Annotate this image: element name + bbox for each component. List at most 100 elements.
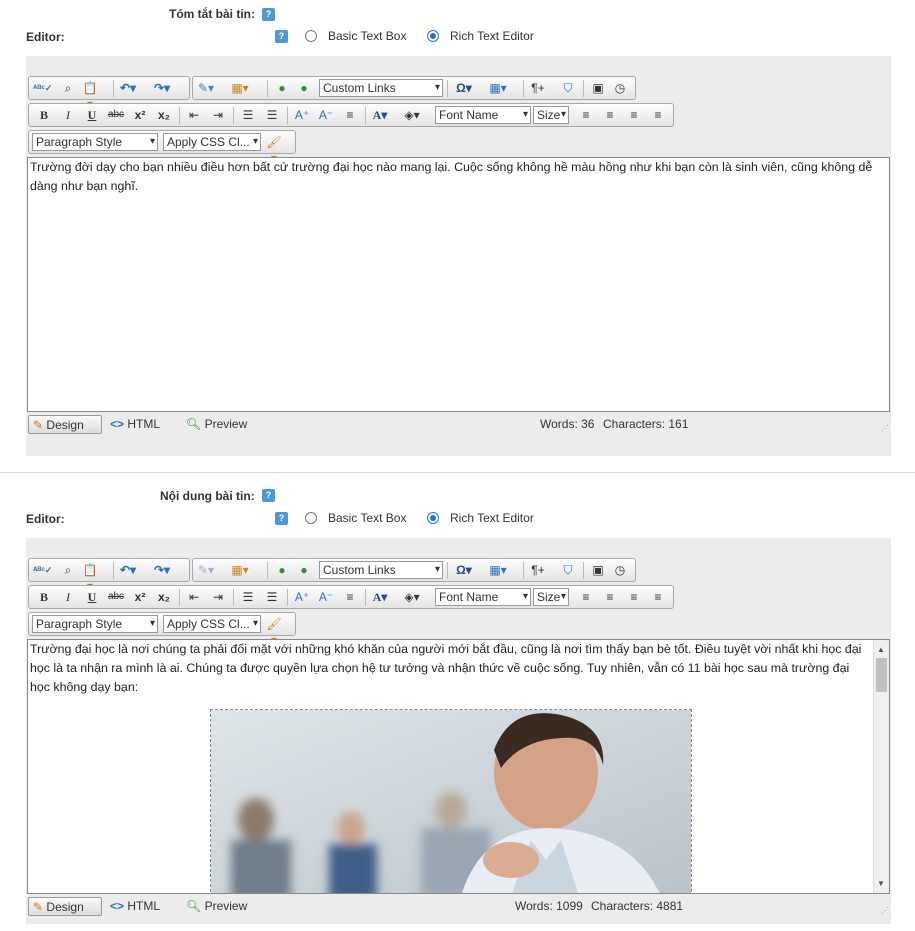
- font-size-up-icon[interactable]: A⁺: [293, 107, 311, 123]
- ordered-list-icon[interactable]: ☰: [239, 589, 257, 605]
- unlink-icon[interactable]: ●: [295, 80, 313, 96]
- radio-basic-text-box[interactable]: [305, 30, 317, 42]
- help-icon[interactable]: ?: [275, 512, 288, 525]
- html-tab[interactable]: <> HTML: [106, 897, 164, 916]
- link-icon[interactable]: ●: [273, 562, 291, 578]
- superscript-icon[interactable]: x²: [131, 107, 149, 123]
- indent-icon[interactable]: ⇤: [185, 589, 203, 605]
- font-color-icon[interactable]: A▾: [371, 589, 389, 605]
- clock-icon[interactable]: ◷: [611, 562, 629, 578]
- link-icon[interactable]: ●: [273, 80, 291, 96]
- clock-icon[interactable]: ◷: [611, 80, 629, 96]
- format-brush-icon[interactable]: ✎▾: [197, 80, 215, 96]
- subscript-icon[interactable]: x₂: [155, 589, 173, 605]
- indent-icon[interactable]: ⇤: [185, 107, 203, 123]
- align-left-icon[interactable]: ≡: [577, 107, 595, 123]
- custom-links-select[interactable]: Custom Links: [319, 561, 443, 579]
- justify-icon[interactable]: ≡: [649, 589, 667, 605]
- undo-icon[interactable]: ↶▾: [119, 80, 137, 96]
- align-left-icon[interactable]: ≡: [577, 589, 595, 605]
- scroll-up-icon[interactable]: ▲: [877, 640, 885, 659]
- font-name-select[interactable]: Font Name: [435, 588, 531, 606]
- radio-basic-text-box[interactable]: [305, 512, 317, 524]
- redo-icon[interactable]: ↷▾: [153, 80, 171, 96]
- editor-content-area[interactable]: Trường đại học là nơi chúng ta phải đối …: [27, 639, 890, 894]
- help-icon[interactable]: ?: [262, 8, 275, 21]
- superscript-icon[interactable]: x²: [131, 589, 149, 605]
- hyperlink-manager-icon[interactable]: ⛉: [559, 80, 577, 96]
- format-stripper-icon[interactable]: 🖌▾: [265, 134, 283, 165]
- font-size-down-icon[interactable]: A⁻: [317, 107, 335, 123]
- unordered-list-icon[interactable]: ☰: [263, 589, 281, 605]
- help-icon[interactable]: ?: [275, 30, 288, 43]
- bold-icon[interactable]: B: [35, 107, 53, 123]
- outdent-icon[interactable]: ⇥: [209, 107, 227, 123]
- spellcheck-icon[interactable]: ᴬᴮᶜ✓: [33, 80, 52, 96]
- font-color-icon[interactable]: A▾: [371, 107, 389, 123]
- article-image[interactable]: [210, 709, 692, 893]
- align-right-icon[interactable]: ≡: [625, 589, 643, 605]
- scroll-thumb[interactable]: [876, 658, 887, 692]
- table-icon[interactable]: ▦▾: [489, 562, 507, 578]
- unlink-icon[interactable]: ●: [295, 562, 313, 578]
- template-icon[interactable]: ▣: [589, 80, 607, 96]
- underline-icon[interactable]: U: [83, 589, 101, 605]
- resize-grip[interactable]: ⋰: [881, 425, 889, 433]
- paragraph-icon[interactable]: ¶+: [529, 80, 547, 96]
- design-tab[interactable]: ✎ Design: [28, 415, 102, 434]
- preview-tab[interactable]: 🔍︎ Preview: [182, 897, 251, 916]
- strikethrough-icon[interactable]: abc: [107, 589, 125, 605]
- radio-rich-text-editor[interactable]: [427, 30, 439, 42]
- align-block-icon[interactable]: ≡: [341, 107, 359, 123]
- custom-links-select[interactable]: Custom Links: [319, 79, 443, 97]
- font-size-up-icon[interactable]: A⁺: [293, 589, 311, 605]
- paragraph-icon[interactable]: ¶+: [529, 562, 547, 578]
- unordered-list-icon[interactable]: ☰: [263, 107, 281, 123]
- font-name-select[interactable]: Font Name: [435, 106, 531, 124]
- font-size-select[interactable]: Size: [533, 106, 569, 124]
- align-right-icon[interactable]: ≡: [625, 107, 643, 123]
- format-brush-icon[interactable]: ✎▾: [197, 562, 215, 578]
- table-icon[interactable]: ▦▾: [489, 80, 507, 96]
- image-manager-icon[interactable]: ▦▾: [231, 562, 249, 578]
- find-icon[interactable]: ⌕: [59, 80, 77, 96]
- subscript-icon[interactable]: x₂: [155, 107, 173, 123]
- ordered-list-icon[interactable]: ☰: [239, 107, 257, 123]
- scroll-down-icon[interactable]: ▼: [877, 874, 885, 893]
- redo-icon[interactable]: ↷▾: [153, 562, 171, 578]
- template-icon[interactable]: ▣: [589, 562, 607, 578]
- highlight-icon[interactable]: ◈▾: [403, 589, 421, 605]
- html-tab[interactable]: <> HTML: [106, 415, 164, 434]
- design-tab[interactable]: ✎ Design: [28, 897, 102, 916]
- paragraph-style-select[interactable]: Paragraph Style: [32, 133, 158, 151]
- paste-icon[interactable]: 📋▾: [81, 562, 99, 593]
- bold-icon[interactable]: B: [35, 589, 53, 605]
- hyperlink-manager-icon[interactable]: ⛉: [559, 562, 577, 578]
- font-size-down-icon[interactable]: A⁻: [317, 589, 335, 605]
- paragraph-style-select[interactable]: Paragraph Style: [32, 615, 158, 633]
- spellcheck-icon[interactable]: ᴬᴮᶜ✓: [33, 562, 52, 578]
- paste-icon[interactable]: 📋▾: [81, 80, 99, 111]
- resize-grip[interactable]: ⋰: [881, 907, 889, 915]
- editor-content-area[interactable]: Trường đời dạy cho bạn nhiều điều hơn bấ…: [27, 157, 890, 412]
- italic-icon[interactable]: I: [59, 107, 77, 123]
- symbol-icon[interactable]: Ω▾: [455, 80, 473, 96]
- preview-tab[interactable]: 🔍︎ Preview: [182, 415, 251, 434]
- apply-css-select[interactable]: Apply CSS Cl...: [163, 615, 261, 633]
- strikethrough-icon[interactable]: abc: [107, 107, 125, 123]
- symbol-icon[interactable]: Ω▾: [455, 562, 473, 578]
- apply-css-select[interactable]: Apply CSS Cl...: [163, 133, 261, 151]
- image-manager-icon[interactable]: ▦▾: [231, 80, 249, 96]
- radio-rich-text-editor[interactable]: [427, 512, 439, 524]
- align-center-icon[interactable]: ≡: [601, 589, 619, 605]
- outdent-icon[interactable]: ⇥: [209, 589, 227, 605]
- find-icon[interactable]: ⌕: [59, 562, 77, 578]
- content-scrollbar[interactable]: ▲ ▼: [873, 640, 889, 893]
- help-icon[interactable]: ?: [262, 489, 275, 502]
- highlight-icon[interactable]: ◈▾: [403, 107, 421, 123]
- format-stripper-icon[interactable]: 🖌▾: [265, 616, 283, 647]
- align-block-icon[interactable]: ≡: [341, 589, 359, 605]
- justify-icon[interactable]: ≡: [649, 107, 667, 123]
- font-size-select[interactable]: Size: [533, 588, 569, 606]
- underline-icon[interactable]: U: [83, 107, 101, 123]
